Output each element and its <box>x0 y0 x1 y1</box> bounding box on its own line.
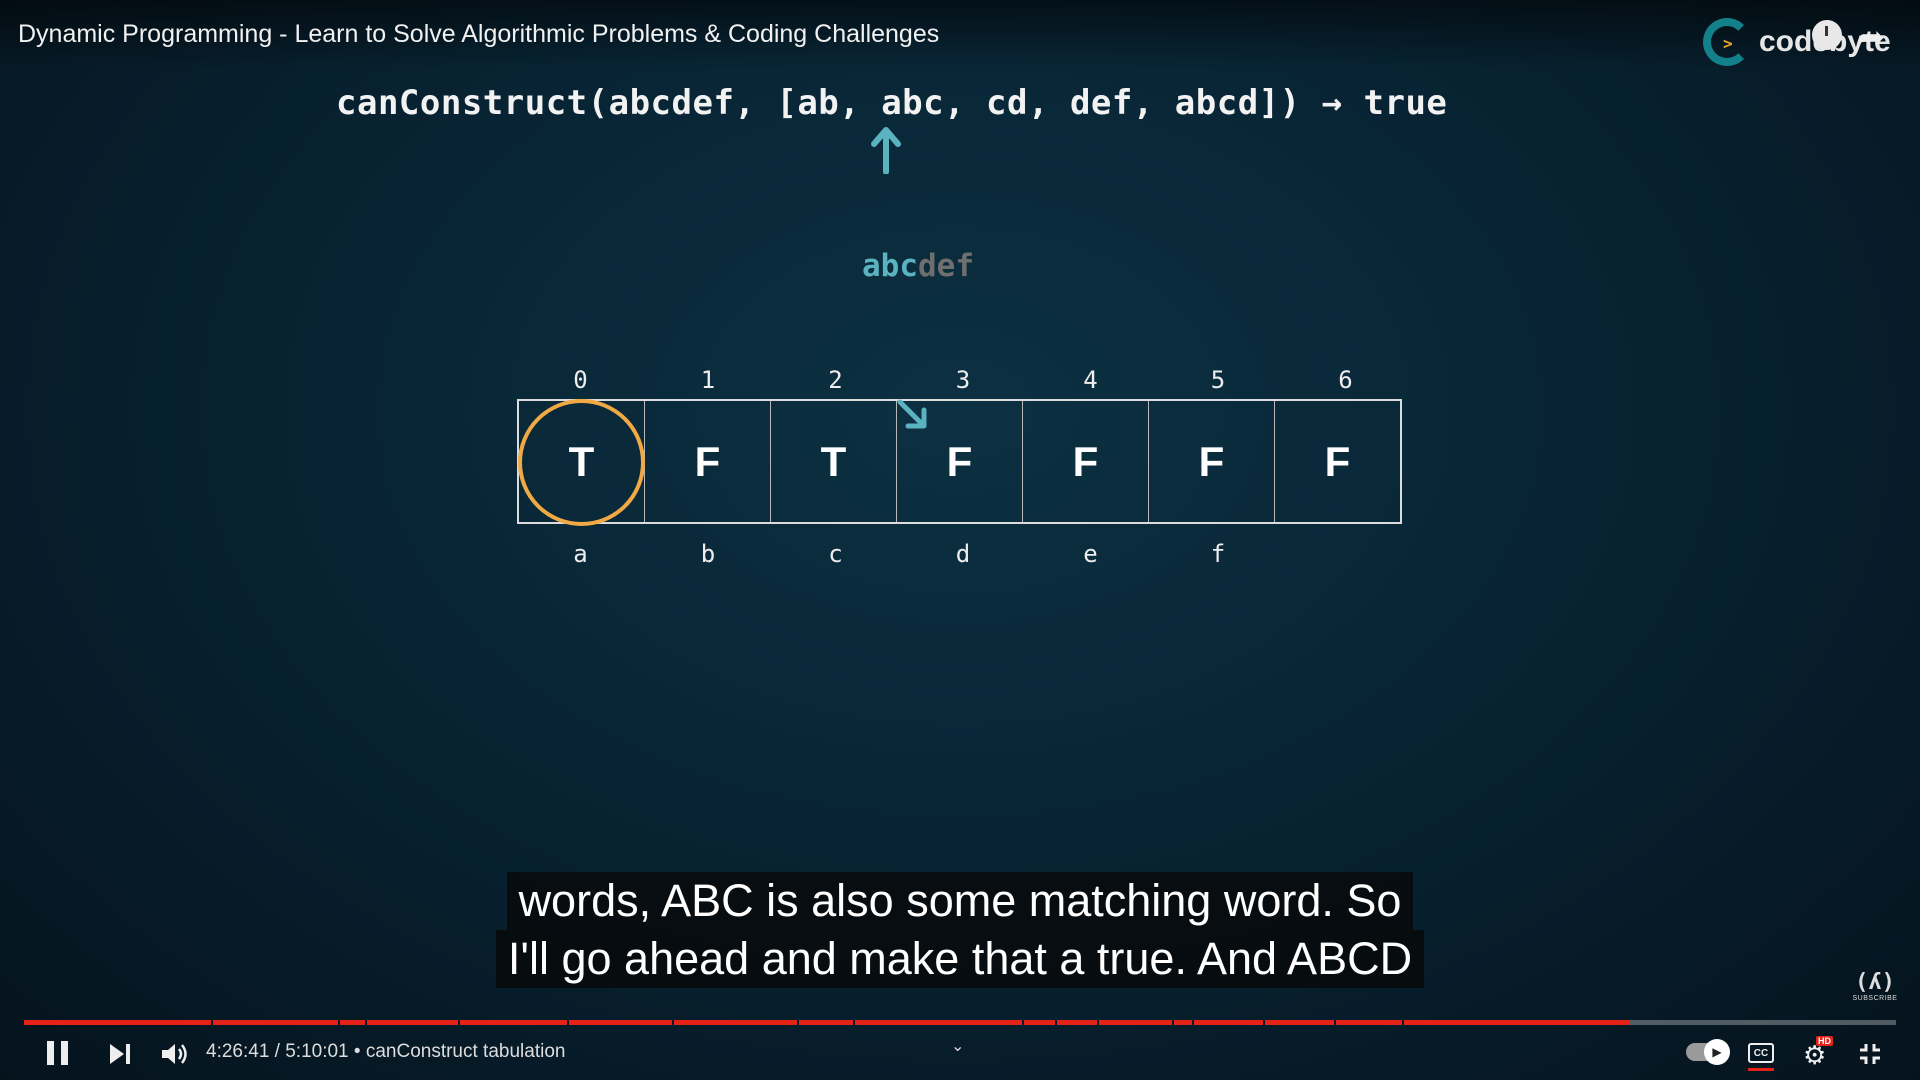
table-letter: c <box>828 540 843 568</box>
played-segment <box>673 1020 798 1025</box>
played-segment <box>1194 1020 1264 1025</box>
played-segment <box>855 1020 1022 1025</box>
table-letter: d <box>955 540 971 568</box>
progress-bar[interactable] <box>24 1020 1896 1025</box>
played-segment <box>1403 1020 1631 1025</box>
can-construct-formula: canConstruct(abcdef, [ab, abc, cd, def, … <box>336 83 1448 123</box>
dp-table: TFTFFFF <box>517 399 1402 524</box>
target-word: abcdef <box>862 248 974 284</box>
freecodecamp-subscribe-badge[interactable]: (ʎ) SUBSCRIBE <box>1852 970 1898 1006</box>
table-index: 5 <box>1210 366 1226 394</box>
caption-line-2: I'll go ahead and make that a true. And … <box>495 930 1425 988</box>
table-index: 4 <box>1083 366 1098 394</box>
table-cell: F <box>1149 401 1275 522</box>
hd-badge: HD <box>1816 1036 1833 1046</box>
table-letter: a <box>573 540 588 568</box>
played-segment <box>460 1020 567 1025</box>
captions-active-indicator <box>1748 1068 1774 1071</box>
played-segment <box>568 1020 672 1025</box>
autoplay-play-icon[interactable]: ▶ <box>1704 1039 1730 1065</box>
watch-later-clock-icon[interactable] <box>1812 20 1842 50</box>
table-cell: F <box>1324 437 1351 485</box>
table-letter: b <box>700 540 716 568</box>
played-segment <box>340 1020 365 1025</box>
diagonal-arrow-icon <box>897 399 927 429</box>
played-segment <box>1057 1020 1097 1025</box>
freecodecamp-icon: (ʎ) <box>1855 970 1895 995</box>
table-letter: e <box>1083 540 1098 568</box>
share-icon[interactable]: ➦ <box>1858 18 1885 56</box>
chevron-down-icon[interactable]: ⌄ <box>951 1036 964 1056</box>
played-segment <box>1336 1020 1402 1025</box>
played-segment <box>1265 1020 1335 1025</box>
chapter-title[interactable]: • canConstruct tabulation <box>354 1041 566 1062</box>
up-arrow-icon <box>871 127 901 174</box>
played-segment <box>1023 1020 1056 1025</box>
played-segment <box>213 1020 339 1025</box>
table-index: 0 <box>573 366 588 394</box>
volume-icon[interactable] <box>160 1041 190 1067</box>
time-display: 4:26:41 / 5:10:01 <box>206 1041 349 1062</box>
table-index: 2 <box>828 366 843 394</box>
exit-fullscreen-icon[interactable] <box>1858 1042 1882 1066</box>
channel-logo-icon: > <box>1703 18 1751 66</box>
current-cell-highlight <box>518 399 645 526</box>
table-cell: T <box>771 401 897 522</box>
table-letter: f <box>1210 540 1226 568</box>
target-word-matched: abc <box>862 248 918 284</box>
pause-icon[interactable] <box>47 1041 69 1065</box>
played-segment <box>799 1020 854 1025</box>
video-title[interactable]: Dynamic Programming - Learn to Solve Alg… <box>18 20 939 49</box>
next-video-icon[interactable] <box>108 1043 132 1065</box>
table-cell: F <box>1023 401 1149 522</box>
table-index: 6 <box>1338 366 1353 394</box>
table-cell: F <box>645 401 771 522</box>
caption-line-1: words, ABC is also some matching word. S… <box>506 872 1414 930</box>
table-index: 1 <box>700 366 716 394</box>
subtitle-captions: words, ABC is also some matching word. S… <box>0 872 1920 988</box>
played-segment <box>1098 1020 1172 1025</box>
closed-captions-icon[interactable]: CC <box>1748 1043 1774 1063</box>
time-and-chapter[interactable]: 4:26:41 / 5:10:01 • canConstruct tabulat… <box>206 1041 565 1063</box>
table-index: 3 <box>955 366 971 394</box>
subscribe-label: SUBSCRIBE <box>1852 995 1898 1002</box>
target-word-remaining: def <box>918 248 974 284</box>
played-segment <box>366 1020 459 1025</box>
played-segment <box>1173 1020 1193 1025</box>
played-segment <box>24 1020 212 1025</box>
